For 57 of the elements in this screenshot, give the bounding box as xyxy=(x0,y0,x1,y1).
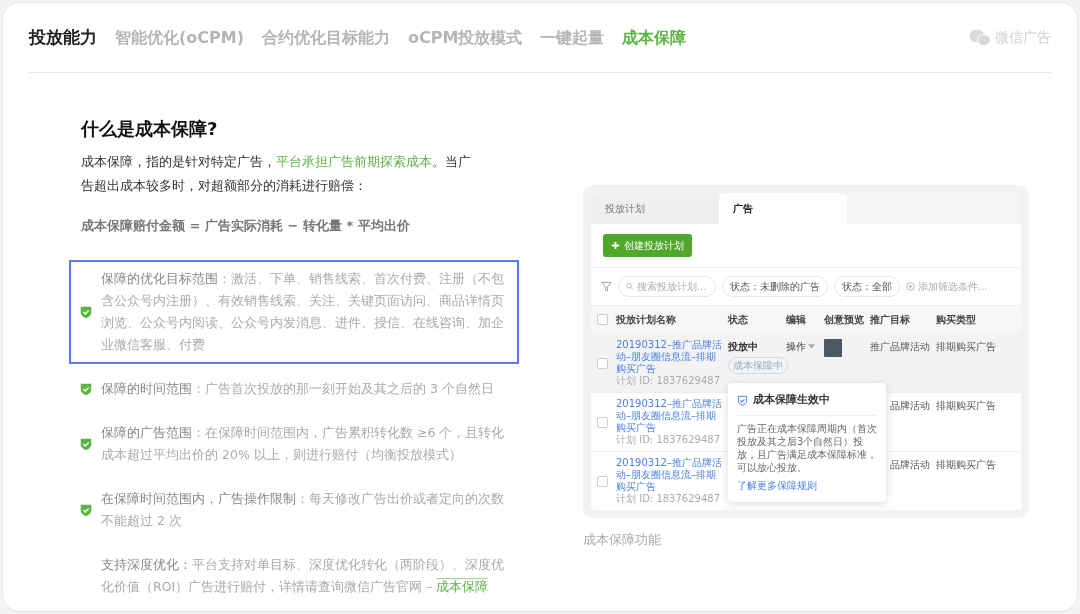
column-header: 编辑 xyxy=(785,313,807,327)
plan-name-link[interactable]: 20190312–推广品牌活动–朋友圈信息流–排期购买广告 xyxy=(616,339,722,375)
column-header: 购买类型 xyxy=(935,313,977,327)
row-checkbox[interactable] xyxy=(596,357,608,369)
column-header: 推广目标 xyxy=(869,313,911,327)
screenshot-tab[interactable]: 广告 xyxy=(719,193,847,224)
popover-body: 广告正在成本保障周期内（首次投放及其之后3个自然日）投放，且广告满足成本保障标准，可以放心投放。 xyxy=(737,421,877,474)
nav-tab[interactable]: 成本保障 xyxy=(622,25,687,50)
article-title: 什么是成本保障? xyxy=(81,117,219,141)
plan-id: 计划 ID: 1837629487 xyxy=(616,434,721,446)
plan-name-link[interactable]: 20190312–推广品牌活动–朋友圈信息流–排期购买广告 xyxy=(616,398,722,434)
figure-caption: 成本保障功能 xyxy=(583,531,662,549)
plus-icon xyxy=(611,241,620,250)
guarantee-description: 支持深度优化：平台支持对单目标、深度优化转化（两阶段）、深度优化价值（ROI）广告进行赔付，详情请查询微信广告官网 – 成本保障 xyxy=(101,555,505,596)
search-icon xyxy=(626,282,634,291)
target-text: 品牌活动 xyxy=(890,400,930,411)
row-checkbox[interactable] xyxy=(596,475,608,487)
shield-check-icon xyxy=(737,394,748,406)
purchase-type-text: 排期购买广告 xyxy=(936,459,996,470)
purchase-type-text: 排期购买广告 xyxy=(936,400,996,411)
shield-check-icon xyxy=(79,381,93,396)
screenshot-tab[interactable]: 投放计划 xyxy=(591,193,719,224)
column-header: 创意预览 xyxy=(823,313,865,327)
guarantee-description: 在保障时间范围内，广告操作限制：每天修改广告出价或者定向的次数不能超过 2 次 xyxy=(101,489,505,530)
guarantee-description: 保障的优化目标范围：激活、下单、销售线索、首次付费、注册（不包含公众号内注册）、有效销售线索、关注、关键页面访问、商品详情页浏览、公众号内阅读、公众号内发消息、进件、授信、在线咨询、加企业微信客服、付费 xyxy=(101,269,505,354)
nav-tab[interactable]: oCPM投放模式 xyxy=(408,25,523,50)
popover-title: 成本保障生效中 xyxy=(753,392,830,408)
guarantee-rules-link[interactable]: 了解更多保障规则 xyxy=(737,477,877,493)
target-text: 品牌活动 xyxy=(890,459,930,470)
action-dropdown[interactable]: 操作 xyxy=(786,339,815,354)
caret-icon xyxy=(808,344,815,349)
nav-tab[interactable]: 合约优化目标能力 xyxy=(262,25,390,50)
formula-text: 成本保障赔付金额 = 广告实际消耗 − 转化量 * 平均出价 xyxy=(81,217,411,235)
select-all-checkbox[interactable] xyxy=(596,314,608,325)
purchase-type-text: 排期购买广告 xyxy=(936,341,996,352)
shield-check-icon xyxy=(79,502,93,517)
section-title: 投放能力 xyxy=(29,25,97,49)
intro-paragraph: 成本保障，指的是针对特定广告，平台承担广告前期探索成本。当广告超出成本较多时，对超额部分的消耗进行赔偿： xyxy=(81,153,471,195)
plus-circle-icon xyxy=(906,282,915,291)
filter-icon[interactable] xyxy=(601,281,612,292)
cost-guarantee-link[interactable]: 成本保障 xyxy=(436,577,489,594)
add-filter-button[interactable]: 添加筛选条件... xyxy=(906,279,988,294)
column-header: 状态 xyxy=(726,313,749,327)
create-plan-button[interactable]: 创建投放计划 xyxy=(603,234,692,257)
nav-tab[interactable]: 一键起量 xyxy=(540,25,605,50)
plan-id: 计划 ID: 1837629487 xyxy=(616,375,721,387)
column-header: 投放计划名称 xyxy=(615,313,677,327)
nav-tab[interactable]: 智能优化(oCPM) xyxy=(115,25,244,50)
target-text: 推广品牌活动 xyxy=(870,341,930,352)
plan-id: 计划 ID: 1837629487 xyxy=(616,493,721,505)
guarantee-description: 保障的广告范围：在保障时间范围内，广告累积转化数 ≥6 个，且转化成本超过平均出价的 20% 以上，则进行赔付（均衡投放模式） xyxy=(101,423,506,464)
plan-name-link[interactable]: 20190312–推广品牌活动–朋友圈信息流–排期购买广告 xyxy=(616,457,722,493)
shield-check-icon xyxy=(79,436,93,451)
chat-bubbles-icon xyxy=(969,28,991,47)
row-checkbox[interactable] xyxy=(596,416,608,428)
shield-check-icon xyxy=(79,304,93,319)
status-text: 投放中 xyxy=(728,340,758,354)
